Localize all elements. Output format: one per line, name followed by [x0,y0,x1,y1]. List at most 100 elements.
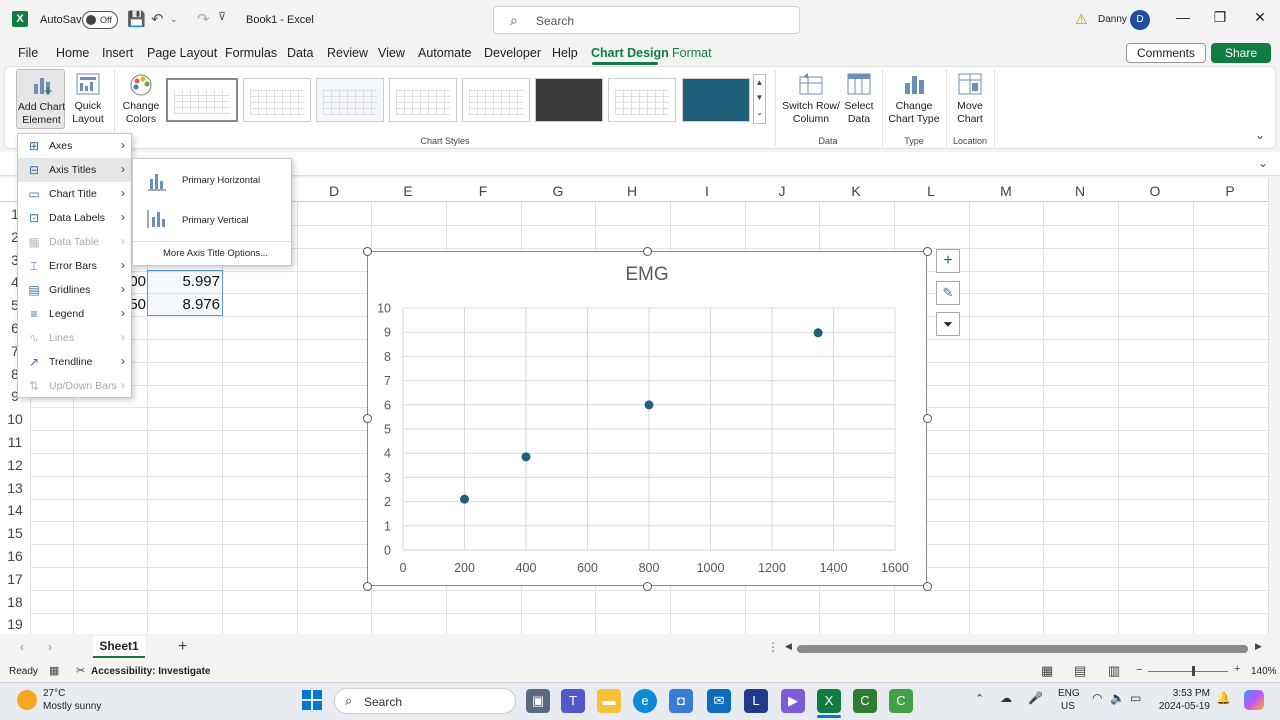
accessibility-icon[interactable]: ✂ [76,664,85,677]
column-header[interactable]: H [595,183,669,199]
prev-sheet-icon[interactable]: ‹ [20,640,24,654]
user-name[interactable]: Danny [1098,14,1127,25]
tab-view[interactable]: View [378,46,405,60]
column-header[interactable]: I [670,183,744,199]
menu-item-axis-titles[interactable]: ⊟ Axis Titles › [18,158,131,182]
chart-styles-scroll[interactable]: ▲ ▼ ⌄ [753,74,766,124]
quick-layout-button[interactable]: Quick Layout [67,69,109,129]
row-header[interactable]: 12 [0,457,30,473]
normal-view-icon[interactable]: ▦ [1041,663,1053,679]
scatter-plot[interactable]: 0 200 400 600 800 1000 1200 1400 1600 0 1 2 3 4 5 6 7 8 9 1… [367,251,927,586]
vertical-scrollbar[interactable] [1268,178,1280,634]
column-header[interactable]: M [969,183,1043,199]
add-sheet-icon[interactable]: + [178,638,187,656]
row-header[interactable]: 17 [0,571,30,587]
sheet-tab-sheet1[interactable]: Sheet1 [93,636,145,658]
tab-format[interactable]: Format [672,46,712,60]
resize-handle[interactable] [363,247,372,256]
row-header[interactable]: 13 [0,480,30,496]
weather-temperature[interactable]: 27°C [43,688,65,699]
scroll-right-icon[interactable]: ▶ [1255,641,1262,652]
cell-b4[interactable]: 5.997 [148,273,220,290]
taskbar-search[interactable]: ⌕ Search [334,688,516,714]
expand-formula-bar-icon[interactable]: ⌄ [1258,156,1268,170]
tab-developer[interactable]: Developer [484,46,541,60]
redo-icon[interactable]: ↷ [197,10,210,28]
data-point[interactable] [644,400,654,410]
column-header[interactable]: N [1043,183,1117,199]
column-header[interactable]: K [819,183,893,199]
data-point[interactable] [460,494,469,504]
column-header[interactable]: J [745,183,819,199]
share-button[interactable]: Share [1211,43,1271,63]
clipchamp-icon[interactable]: ▶ [781,689,805,713]
mail-icon[interactable]: ✉ [707,689,731,713]
row-header[interactable]: 11 [0,434,30,450]
column-header[interactable]: L [894,183,968,199]
row-header[interactable]: 16 [0,548,30,564]
change-chart-type-button[interactable]: Change Chart Type [886,69,942,129]
onedrive-icon[interactable]: ☁ [1000,691,1012,705]
battery-icon[interactable]: ▭ [1130,691,1141,705]
zoom-slider[interactable] [1148,671,1228,672]
column-header[interactable]: E [371,183,445,199]
menu-item-data-labels[interactable]: ⊡ Data Labels › [18,206,131,230]
show-hidden-icons[interactable]: ⌃ [975,692,984,705]
chart-style-6[interactable] [535,78,603,122]
autosave-toggle[interactable]: Off [82,11,118,29]
resize-handle[interactable] [923,414,932,423]
avatar[interactable]: D [1130,10,1150,30]
copilot-icon[interactable] [1244,690,1264,710]
edge-icon[interactable]: e [633,689,657,713]
cell-b5[interactable]: 8.976 [148,296,220,313]
row-header[interactable]: 10 [0,411,30,427]
weather-description[interactable]: Mostly sunny [43,701,101,712]
save-icon[interactable]: 💾 [127,10,146,28]
zoom-in-icon[interactable]: + [1234,663,1240,675]
data-point[interactable] [521,452,531,462]
chart-style-5[interactable] [462,78,530,122]
tab-file[interactable]: File [18,46,38,60]
row-header[interactable]: 14 [0,502,30,518]
search-box[interactable]: ⌕ Search [493,6,800,34]
chart-style-1[interactable] [166,78,238,122]
change-colors-button[interactable]: Change Colors [119,69,163,129]
column-header[interactable]: F [446,183,520,199]
tab-chart-design[interactable]: Chart Design [591,46,669,60]
chart-style-8[interactable] [682,78,750,122]
resize-handle[interactable] [923,247,932,256]
accessibility-status[interactable]: Accessibility: Investigate [91,666,211,677]
resize-handle[interactable] [923,582,932,591]
language-indicator[interactable]: ENG [1058,688,1080,699]
page-break-view-icon[interactable]: ▥ [1108,663,1120,679]
chart-style-4[interactable] [389,78,457,122]
resize-handle[interactable] [363,414,372,423]
excel-taskbar-icon[interactable]: X [817,689,841,713]
resize-handle[interactable] [363,582,372,591]
menu-item-error-bars[interactable]: ⌶ Error Bars › [18,254,131,278]
data-point[interactable] [813,328,823,338]
move-chart-button[interactable]: Move Chart [950,69,990,129]
chart-style-2[interactable] [243,78,311,122]
resize-handle[interactable] [643,582,652,591]
teams-icon[interactable]: T [561,689,585,713]
tab-home[interactable]: Home [56,46,89,60]
tab-review[interactable]: Review [327,46,368,60]
horizontal-scrollbar[interactable] [797,645,1248,653]
clock-time[interactable]: 3:53 PM [1158,688,1210,699]
chart-style-7[interactable] [608,78,676,122]
zoom-level[interactable]: 140% [1251,666,1277,677]
wifi-icon[interactable]: ◠ [1092,691,1102,705]
windows-start-icon[interactable] [301,689,323,714]
weather-sun-icon[interactable] [17,690,37,710]
tab-insert[interactable]: Insert [102,46,133,60]
menu-item-legend[interactable]: ≡ Legend › [18,302,131,326]
tab-automate[interactable]: Automate [418,46,472,60]
tab-formulas[interactable]: Formulas [225,46,277,60]
camtasia-recorder-icon[interactable]: C [889,689,913,713]
chart-style-3[interactable] [316,78,384,122]
volume-icon[interactable]: 🔈 [1110,691,1125,705]
add-chart-element-button[interactable]: + Add Chart Element [16,69,65,129]
more-axis-title-options[interactable]: More Axis Title Options... [163,248,268,259]
zoom-slider-thumb[interactable] [1192,666,1195,676]
